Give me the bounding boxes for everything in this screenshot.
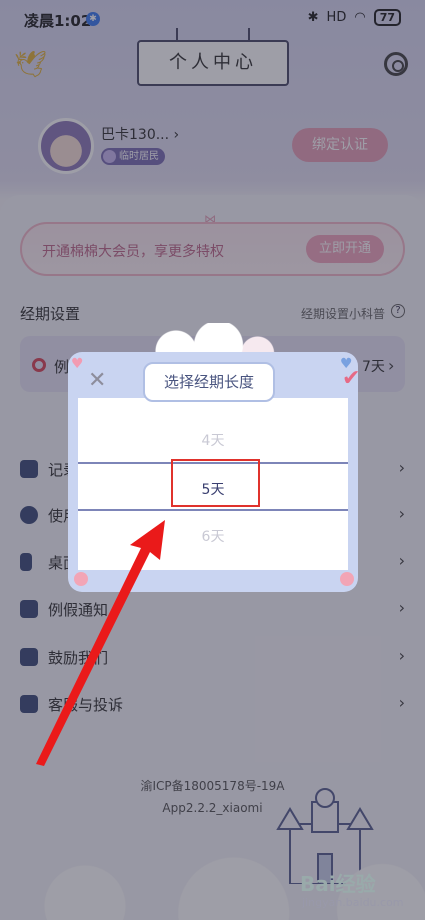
app-screen: 凌晨1:02 ✱ ✱ HD ◠ 77 🕊 个人中心 巴卡130... › 临时居… [0, 0, 425, 920]
red-arrow-annotation [36, 520, 165, 766]
watermark-brand: Bai经验 [300, 872, 376, 896]
watermark-url: jingyan.baidu.com [302, 896, 404, 909]
